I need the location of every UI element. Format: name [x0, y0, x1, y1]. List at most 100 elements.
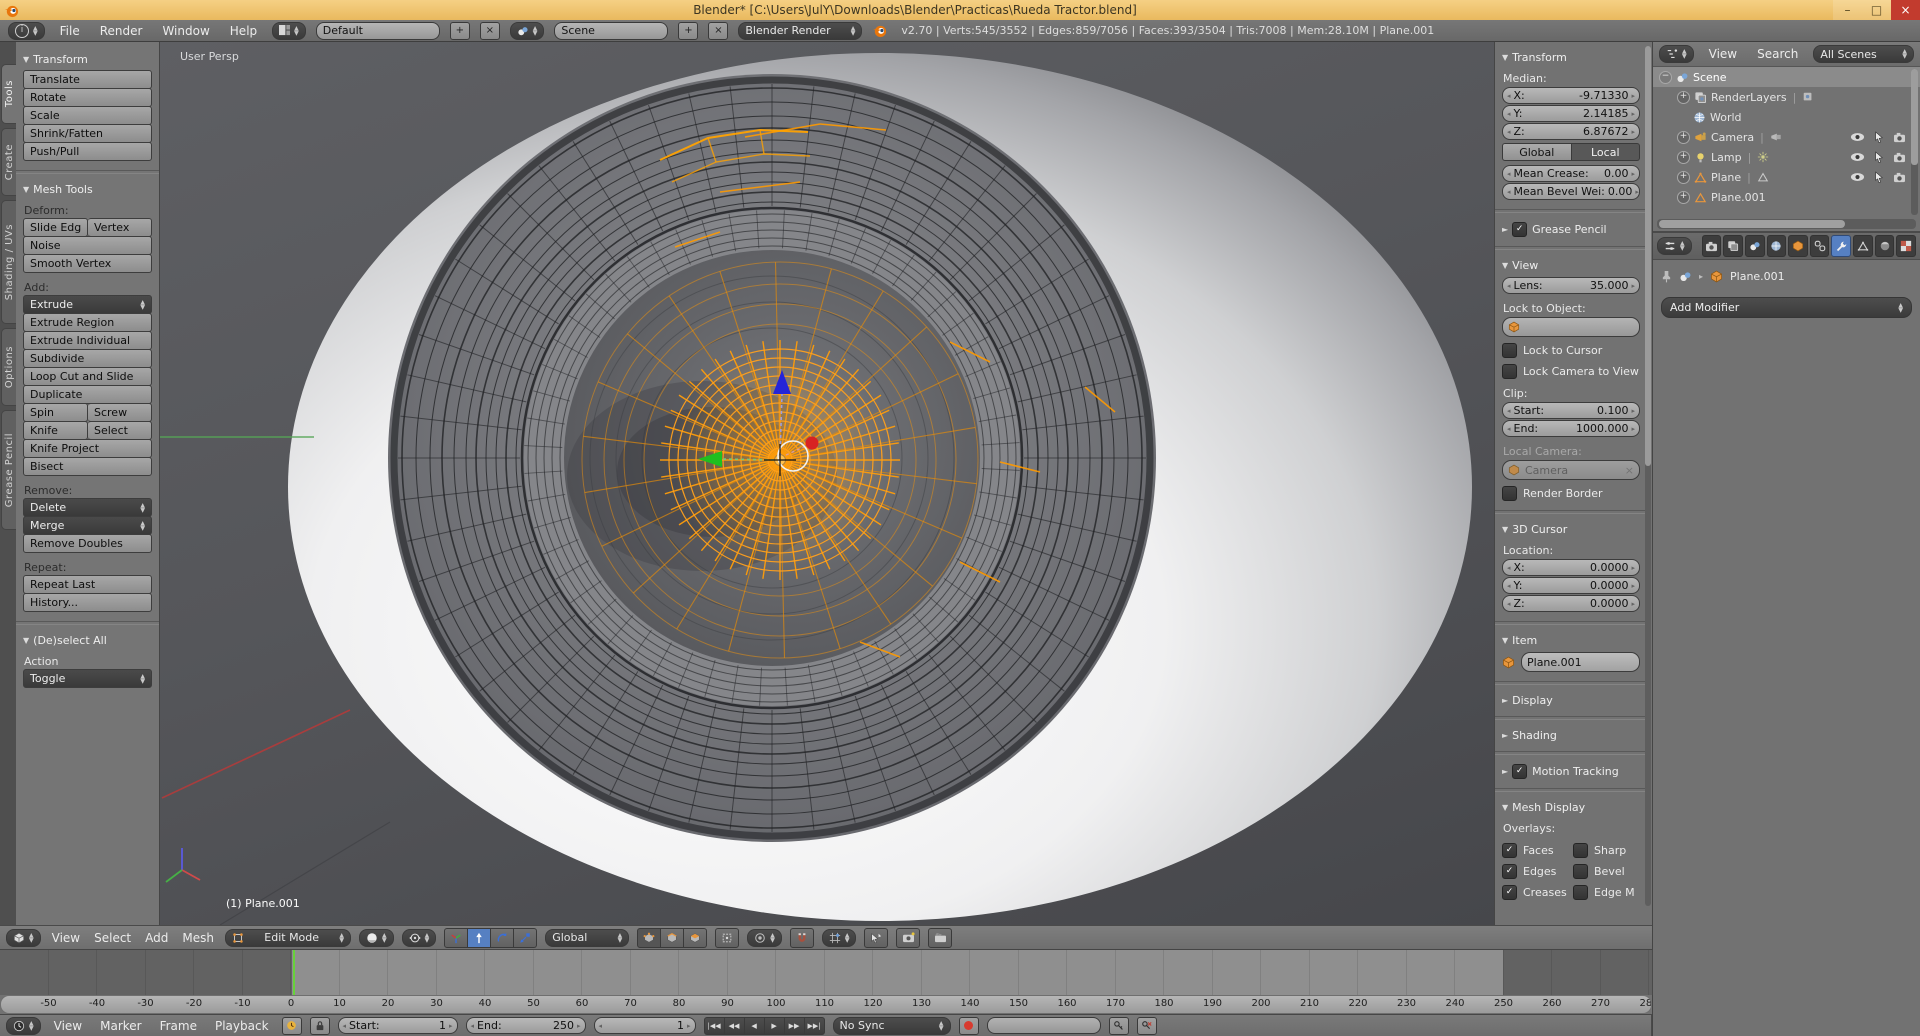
panel-header-transform[interactable]: ▼Transform: [23, 53, 152, 66]
play-reverse-button[interactable]: ◀: [745, 1017, 765, 1035]
pin-icon[interactable]: [1661, 270, 1672, 283]
knife-project-button[interactable]: Knife Project: [23, 439, 152, 458]
knife-select-button[interactable]: Select: [88, 421, 152, 440]
timeline-menu-playback[interactable]: Playback: [210, 1019, 274, 1033]
visibility-eye-icon[interactable]: [1850, 152, 1865, 162]
visibility-eye-icon[interactable]: [1850, 132, 1865, 142]
tab-modifiers[interactable]: [1831, 235, 1851, 257]
add-scene-button[interactable]: +: [678, 22, 698, 40]
panel-header-grease-pencil[interactable]: ►✓Grease Pencil: [1502, 222, 1640, 237]
panel-header-mesh-display[interactable]: ▼Mesh Display: [1502, 801, 1640, 814]
mean-bevel-field[interactable]: ◂Mean Bevel Wei:0.00▸: [1502, 183, 1640, 200]
view3d-menu-mesh[interactable]: Mesh: [179, 931, 217, 945]
tab-grease-pencil[interactable]: Grease Pencil: [1, 410, 17, 530]
edge-select-mode-button[interactable]: [661, 928, 684, 948]
previous-keyframe-button[interactable]: ◀◀: [725, 1017, 745, 1035]
selectable-cursor-icon[interactable]: [1874, 171, 1884, 183]
mode-dropdown[interactable]: Edit Mode▲▼: [225, 929, 351, 947]
lock-to-cursor-checkbox[interactable]: [1502, 343, 1517, 358]
expand-icon[interactable]: +: [1677, 191, 1690, 204]
editor-type-properties-button[interactable]: ▲▼: [1657, 237, 1692, 255]
add-layout-button[interactable]: +: [450, 22, 470, 40]
median-z-field[interactable]: ◂Z:6.87672▸: [1502, 123, 1640, 140]
knife-button[interactable]: Knife: [23, 421, 88, 440]
menu-file[interactable]: File: [55, 24, 85, 38]
grease-pencil-checkbox[interactable]: ✓: [1512, 222, 1527, 237]
shrink-fatten-button[interactable]: Shrink/Fatten: [23, 124, 152, 143]
renderability-camera-icon[interactable]: [1893, 172, 1906, 183]
close-button[interactable]: ×: [1891, 0, 1920, 20]
delete-keyframe-button[interactable]: [1137, 1017, 1157, 1035]
panel-header-transform-n[interactable]: ▼Transform: [1502, 51, 1640, 64]
expand-icon[interactable]: +: [1677, 91, 1690, 104]
outliner-row-renderlayers[interactable]: + RenderLayers|: [1653, 87, 1920, 107]
tab-object-data[interactable]: [1853, 235, 1873, 257]
expand-icon[interactable]: +: [1677, 151, 1690, 164]
tab-constraints[interactable]: [1810, 235, 1830, 257]
median-y-field[interactable]: ◂Y:2.14185▸: [1502, 105, 1640, 122]
viewport-shading-dropdown[interactable]: ▲▼: [359, 929, 394, 947]
delete-layout-button[interactable]: ×: [480, 22, 500, 40]
current-frame-field[interactable]: ◂1▸: [594, 1017, 696, 1034]
vertex-slide-button[interactable]: Vertex: [88, 218, 152, 237]
tab-create[interactable]: Create: [1, 128, 17, 196]
vertex-select-mode-button[interactable]: [637, 928, 661, 948]
manipulator-scale-button[interactable]: [514, 928, 537, 948]
current-frame-indicator[interactable]: [293, 950, 295, 995]
cursor-y-field[interactable]: ◂Y:0.0000▸: [1502, 577, 1640, 594]
scale-button[interactable]: Scale: [23, 106, 152, 125]
insert-keyframe-button[interactable]: [1109, 1017, 1129, 1035]
clip-start-field[interactable]: ◂Start:0.100▸: [1502, 402, 1640, 419]
history-button[interactable]: History...: [23, 593, 152, 612]
view3d-menu-view[interactable]: View: [49, 931, 83, 945]
use-preview-range-button[interactable]: [282, 1017, 302, 1035]
local-toggle[interactable]: Local: [1572, 143, 1641, 161]
outliner-menu-view[interactable]: View: [1704, 47, 1742, 61]
panel-header-shading[interactable]: ►Shading: [1502, 729, 1640, 742]
lens-field[interactable]: ◂Lens:35.000▸: [1502, 277, 1640, 294]
manipulate-center-points-button[interactable]: [864, 928, 888, 948]
outliner-scope-select[interactable]: All Scenes▲▼: [1813, 45, 1914, 63]
viewport-3d[interactable]: User Persp (1) Plane.001: [160, 42, 1494, 925]
renderability-camera-icon[interactable]: [1893, 152, 1906, 163]
jump-to-start-button[interactable]: |◀◀: [704, 1017, 725, 1035]
breadcrumb-object-name[interactable]: Plane.001: [1730, 270, 1785, 283]
editor-type-outliner-button[interactable]: ▲▼: [1659, 45, 1694, 63]
select-action-dropdown[interactable]: Toggle▲▼: [23, 669, 152, 688]
duplicate-button[interactable]: Duplicate: [23, 385, 152, 404]
tab-shading-uvs[interactable]: Shading / UVs: [1, 200, 17, 324]
spin-button[interactable]: Spin: [23, 403, 88, 422]
repeat-last-button[interactable]: Repeat Last: [23, 575, 152, 594]
cursor-z-field[interactable]: ◂Z:0.0000▸: [1502, 595, 1640, 612]
minimize-button[interactable]: –: [1833, 0, 1862, 20]
opengl-render-image-button[interactable]: [896, 928, 920, 948]
cursor-x-field[interactable]: ◂X:0.0000▸: [1502, 559, 1640, 576]
panel-header-motion-tracking[interactable]: ►✓Motion Tracking: [1502, 764, 1640, 779]
scene-selector-icon-button[interactable]: ▲▼: [510, 22, 545, 40]
extrude-individual-button[interactable]: Extrude Individual: [23, 331, 152, 350]
remove-doubles-button[interactable]: Remove Doubles: [23, 534, 152, 553]
view3d-menu-select[interactable]: Select: [91, 931, 134, 945]
creases-checkbox[interactable]: ✓: [1502, 885, 1517, 900]
selectable-cursor-icon[interactable]: [1874, 151, 1884, 163]
outliner-row-lamp[interactable]: + Lamp|: [1653, 147, 1920, 167]
transform-orientation-dropdown[interactable]: Global▲▼: [545, 929, 629, 947]
render-engine-select[interactable]: Blender Render▲▼: [738, 22, 862, 40]
panel-header-mesh-tools[interactable]: ▼Mesh Tools: [23, 183, 152, 196]
render-border-checkbox[interactable]: [1502, 486, 1517, 501]
smooth-vertex-button[interactable]: Smooth Vertex: [23, 254, 152, 273]
panel-header-display[interactable]: ►Display: [1502, 694, 1640, 707]
global-toggle[interactable]: Global: [1502, 143, 1572, 161]
play-button[interactable]: ▶: [765, 1017, 785, 1035]
edges-checkbox[interactable]: ✓: [1502, 864, 1517, 879]
subdivide-button[interactable]: Subdivide: [23, 349, 152, 368]
outliner-horizontal-scrollbar[interactable]: [1657, 219, 1916, 229]
manipulator-axis-button[interactable]: [444, 928, 468, 948]
bevel-checkbox[interactable]: [1573, 864, 1588, 879]
clip-end-field[interactable]: ◂End:1000.000▸: [1502, 420, 1640, 437]
slide-edge-button[interactable]: Slide Edg: [23, 218, 88, 237]
item-name-field[interactable]: Plane.001: [1521, 652, 1640, 672]
tab-world[interactable]: [1767, 235, 1787, 257]
panel-header-item[interactable]: ▼Item: [1502, 634, 1640, 647]
scene-field[interactable]: Scene: [554, 22, 668, 40]
